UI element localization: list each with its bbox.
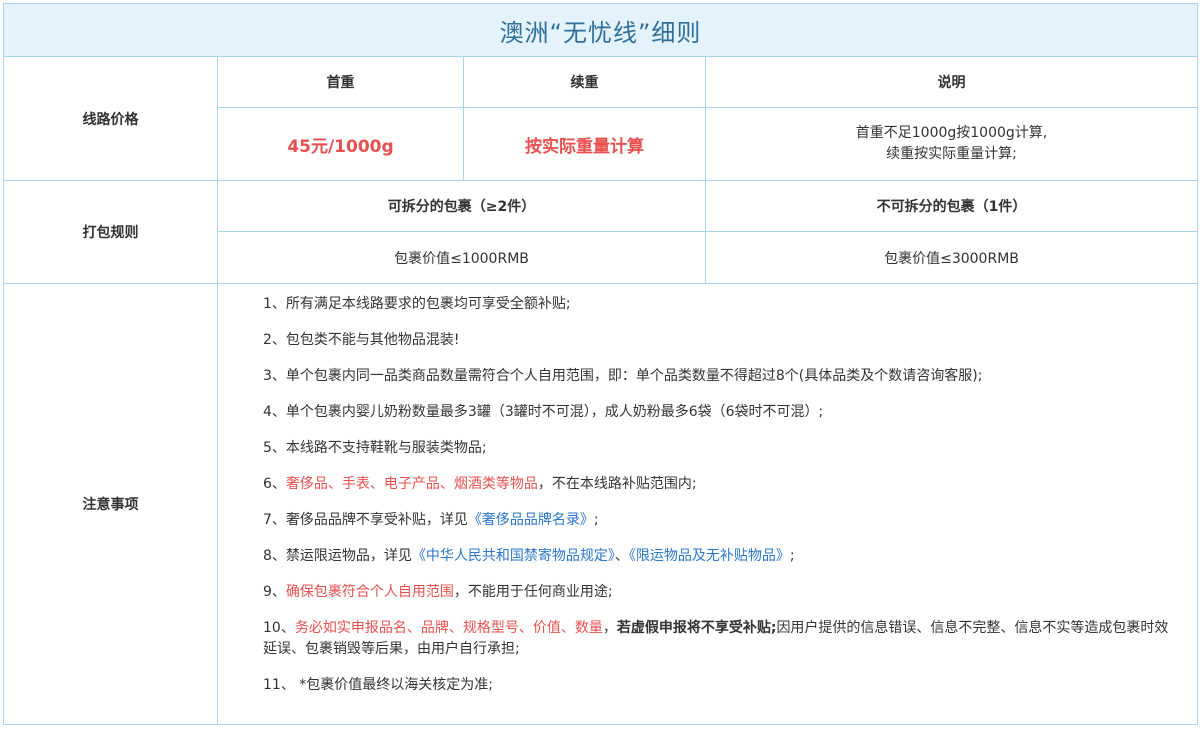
note-3: 3、单个包裹内同一品类商品数量需符合个人自用范围，即：单个品类数量不得超过8个(…	[263, 368, 983, 384]
note-9-prefix: 9、	[263, 584, 286, 600]
note-9-highlight: 确保包裹符合个人自用范围	[285, 584, 454, 600]
pricing-description-line2: 续重按实际重量计算;	[886, 146, 1017, 162]
note-6-suffix: ，不在本线路补贴范围内;	[537, 476, 697, 492]
splittable-header: 可拆分的包裹（≥2件）	[217, 180, 706, 232]
restricted-items-link[interactable]: 《限运物品及无补贴物品》	[629, 548, 790, 564]
note-6-highlight: 奢侈品、手表、电子产品、烟酒类等物品	[285, 476, 538, 492]
note-10-prefix: 10、	[263, 620, 295, 636]
note-1: 1、所有满足本线路要求的包裹均可享受全额补贴;	[263, 296, 571, 312]
route-details-table: 澳洲“无忧线”细则 线路价格 首重 续重 说明 45元/1000g 按实际重量计…	[3, 3, 1198, 725]
note-9-suffix: ，不能用于任何商业用途;	[453, 584, 613, 600]
first-weight-price: 45元/1000g	[217, 107, 464, 181]
note-6-prefix: 6、	[263, 476, 286, 492]
note-11: 11、 *包裹价值最终以海关核定为准;	[263, 677, 493, 693]
note-7-suffix: ;	[593, 512, 599, 528]
description-header: 说明	[705, 56, 1198, 108]
luxury-brand-list-link[interactable]: 《奢侈品品牌名录》	[468, 512, 594, 528]
note-7-prefix: 7、奢侈品品牌不享受补贴，详见	[263, 512, 468, 528]
notes-list: 1、所有满足本线路要求的包裹均可享受全额补贴; 2、包包类不能与其他物品混装! …	[217, 283, 1198, 725]
pricing-description: 首重不足1000g按1000g计算, 续重按实际重量计算;	[705, 107, 1198, 181]
notes-label: 注意事项	[3, 283, 218, 725]
continued-weight-header: 续重	[463, 56, 706, 108]
note-9: 9、确保包裹符合个人自用范围，不能用于任何商业用途;	[263, 582, 1197, 603]
unsplittable-header: 不可拆分的包裹（1件）	[705, 180, 1198, 232]
note-8-prefix: 8、禁运限运物品，详见	[263, 548, 412, 564]
note-5: 5、本线路不支持鞋靴与服装类物品;	[263, 440, 487, 456]
note-6: 6、奢侈品、手表、电子产品、烟酒类等物品，不在本线路补贴范围内;	[263, 474, 1197, 495]
note-4: 4、单个包裹内婴儿奶粉数量最多3罐（3罐时不可混），成人奶粉最多6袋（6袋时不可…	[263, 404, 824, 420]
pricing-description-line1: 首重不足1000g按1000g计算,	[855, 125, 1048, 141]
detail-table-wrapper: 澳洲“无忧线”细则 线路价格 首重 续重 说明 45元/1000g 按实际重量计…	[3, 3, 1198, 725]
note-10-warning: 若虚假申报将不享受补贴;	[616, 620, 777, 636]
note-10: 10、务必如实申报品名、品牌、规格型号、价值、数量，若虚假申报将不享受补贴;因用…	[263, 618, 1197, 660]
prohibited-items-regulation-link[interactable]: 《中华人民共和国禁寄物品规定》	[412, 548, 615, 564]
first-weight-header: 首重	[217, 56, 464, 108]
splittable-value: 包裹价值≤1000RMB	[217, 231, 706, 284]
packing-label: 打包规则	[3, 180, 218, 284]
note-7: 7、奢侈品品牌不享受补贴，详见《奢侈品品牌名录》;	[263, 510, 1197, 531]
note-8-separator: 、	[614, 548, 629, 564]
unsplittable-value: 包裹价值≤3000RMB	[705, 231, 1198, 284]
note-2: 2、包包类不能与其他物品混装!	[263, 332, 460, 348]
page-title: 澳洲“无忧线”细则	[3, 3, 1198, 57]
note-10-separator: ，	[602, 620, 617, 636]
continued-weight-price: 按实际重量计算	[463, 107, 706, 181]
pricing-label: 线路价格	[3, 56, 218, 181]
note-10-highlight: 务必如实申报品名、品牌、规格型号、价值、数量	[294, 620, 603, 636]
note-8-suffix: ;	[789, 548, 795, 564]
note-8: 8、禁运限运物品，详见《中华人民共和国禁寄物品规定》、《限运物品及无补贴物品》;	[263, 546, 1197, 567]
